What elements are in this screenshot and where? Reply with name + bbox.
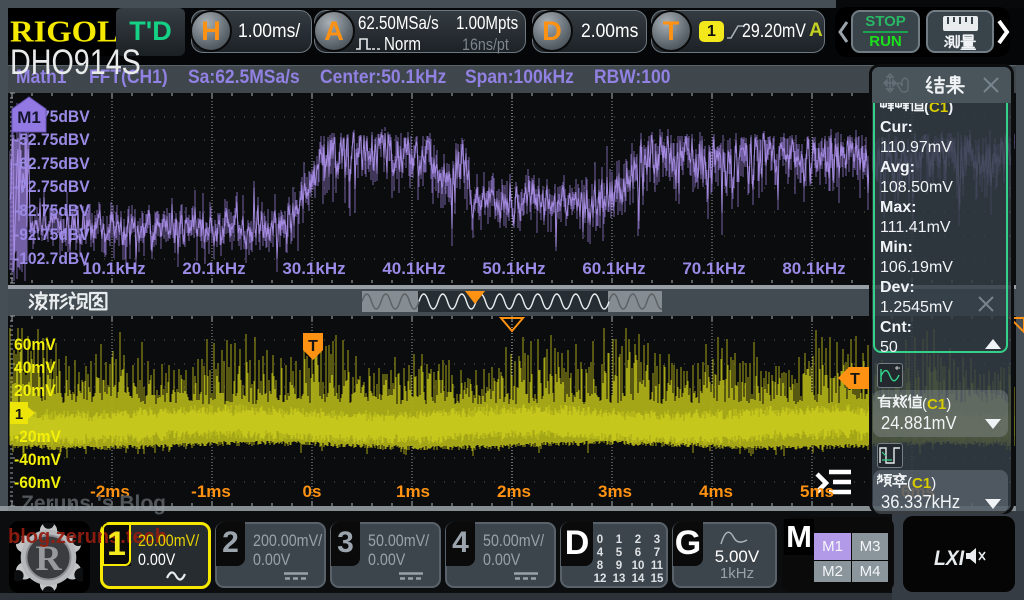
svg-text:T: T [850, 371, 860, 388]
svg-text:T: T [308, 338, 318, 355]
svg-text:1: 1 [15, 406, 23, 423]
